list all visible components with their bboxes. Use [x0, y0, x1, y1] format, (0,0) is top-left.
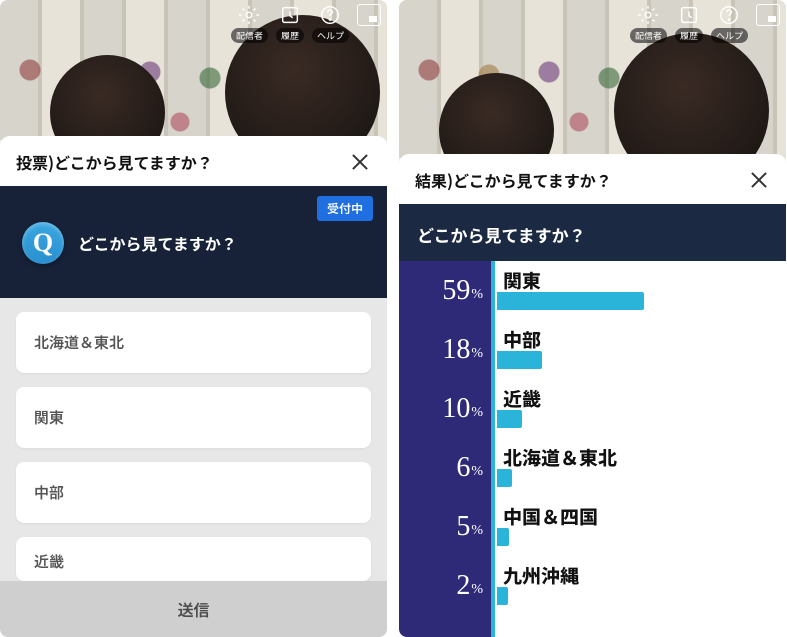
help-label: ヘルプ: [711, 28, 748, 43]
result-label: 中国＆四国: [503, 507, 786, 526]
history-label: 履歴: [675, 28, 703, 43]
percent-value: 5: [456, 511, 470, 543]
percent-column: 59%18%10%6%5%2%: [399, 261, 491, 637]
pip-icon: [756, 4, 780, 26]
percent-value: 6: [456, 452, 470, 484]
result-bar: [497, 469, 512, 487]
sheet-header: 結果)どこから見てますか？: [399, 154, 786, 204]
help-label: ヘルプ: [312, 28, 349, 43]
result-question-panel: どこから見てますか？: [399, 204, 786, 261]
video-preview: 配信者 履歴 ヘルプ: [399, 0, 786, 158]
pip-button[interactable]: [756, 4, 780, 43]
pip-button[interactable]: [357, 4, 381, 43]
result-row: 北海道＆東北: [493, 438, 786, 497]
history-button[interactable]: 履歴: [675, 4, 703, 43]
result-label: 近畿: [503, 389, 786, 408]
percent-value: 18: [442, 334, 470, 366]
history-icon: [279, 4, 301, 26]
poll-question-panel: 受付中 Q どこから見てますか？: [0, 186, 387, 298]
results-sheet: 結果)どこから見てますか？ どこから見てますか？ 59%18%10%6%5%2%…: [399, 154, 786, 637]
broadcaster-label: 配信者: [231, 28, 268, 43]
video-preview: 配信者 履歴 ヘルプ: [0, 0, 387, 140]
results-chart: 59%18%10%6%5%2% 関東中部近畿北海道＆東北中国＆四国九州沖縄: [399, 261, 786, 637]
results-screen: 配信者 履歴 ヘルプ 結果)どこから見てますか？ どこから見てますか？ 59%1…: [399, 0, 786, 637]
result-label: 九州沖縄: [503, 566, 786, 585]
sheet-title: 投票)どこから見てますか？: [16, 150, 341, 174]
poll-screen: 配信者 履歴 ヘルプ 投票)どこから見てますか？ 受付中 Q どこから見てま: [0, 0, 387, 637]
poll-option[interactable]: 中部: [16, 462, 371, 523]
close-icon[interactable]: [748, 169, 770, 191]
result-bar: [497, 410, 522, 428]
poll-sheet: 投票)どこから見てますか？ 受付中 Q どこから見てますか？ 北海道＆東北 関東…: [0, 136, 387, 637]
gear-icon: [238, 4, 260, 26]
question-text: どこから見てますか？: [78, 231, 237, 255]
submit-button[interactable]: 送信: [0, 581, 387, 637]
result-bar: [497, 587, 508, 605]
poll-option[interactable]: 関東: [16, 387, 371, 448]
help-icon: [319, 4, 341, 26]
pip-icon: [357, 4, 381, 26]
percent-cell: 5%: [399, 497, 491, 556]
result-row: 関東: [493, 261, 786, 320]
help-icon: [718, 4, 740, 26]
percent-sign: %: [471, 582, 483, 598]
result-bar: [497, 351, 542, 369]
percent-value: 2: [456, 570, 470, 602]
sheet-title: 結果)どこから見てますか？: [415, 168, 740, 192]
status-badge: 受付中: [317, 196, 373, 221]
result-bar: [497, 292, 644, 310]
gear-icon: [637, 4, 659, 26]
broadcaster-button[interactable]: 配信者: [231, 4, 268, 43]
percent-sign: %: [471, 405, 483, 421]
percent-cell: 59%: [399, 261, 491, 320]
result-question: どこから見てますか？: [417, 222, 768, 247]
percent-sign: %: [471, 287, 483, 303]
percent-sign: %: [471, 523, 483, 539]
percent-cell: 18%: [399, 320, 491, 379]
bars-column: 関東中部近畿北海道＆東北中国＆四国九州沖縄: [491, 261, 786, 637]
result-bar: [497, 528, 509, 546]
broadcaster-label: 配信者: [630, 28, 667, 43]
help-button[interactable]: ヘルプ: [711, 4, 748, 43]
result-label: 北海道＆東北: [503, 448, 786, 467]
percent-value: 10: [442, 393, 470, 425]
q-icon: Q: [22, 222, 64, 264]
top-icon-bar: 配信者 履歴 ヘルプ: [231, 4, 381, 43]
sheet-header: 投票)どこから見てますか？: [0, 136, 387, 186]
result-label: 関東: [503, 271, 786, 290]
result-row: 近畿: [493, 379, 786, 438]
percent-value: 59: [442, 275, 470, 307]
result-row: 中部: [493, 320, 786, 379]
history-button[interactable]: 履歴: [276, 4, 304, 43]
percent-cell: 6%: [399, 438, 491, 497]
percent-sign: %: [471, 346, 483, 362]
percent-sign: %: [471, 464, 483, 480]
history-icon: [678, 4, 700, 26]
help-button[interactable]: ヘルプ: [312, 4, 349, 43]
poll-option[interactable]: 北海道＆東北: [16, 312, 371, 373]
result-row: 中国＆四国: [493, 497, 786, 556]
result-label: 中部: [503, 330, 786, 349]
percent-cell: 2%: [399, 556, 491, 615]
close-icon[interactable]: [349, 151, 371, 173]
result-row: 九州沖縄: [493, 556, 786, 615]
percent-cell: 10%: [399, 379, 491, 438]
options-list: 北海道＆東北 関東 中部 近畿: [0, 298, 387, 581]
broadcaster-button[interactable]: 配信者: [630, 4, 667, 43]
poll-option[interactable]: 近畿: [16, 537, 371, 581]
top-icon-bar: 配信者 履歴 ヘルプ: [630, 4, 780, 43]
history-label: 履歴: [276, 28, 304, 43]
